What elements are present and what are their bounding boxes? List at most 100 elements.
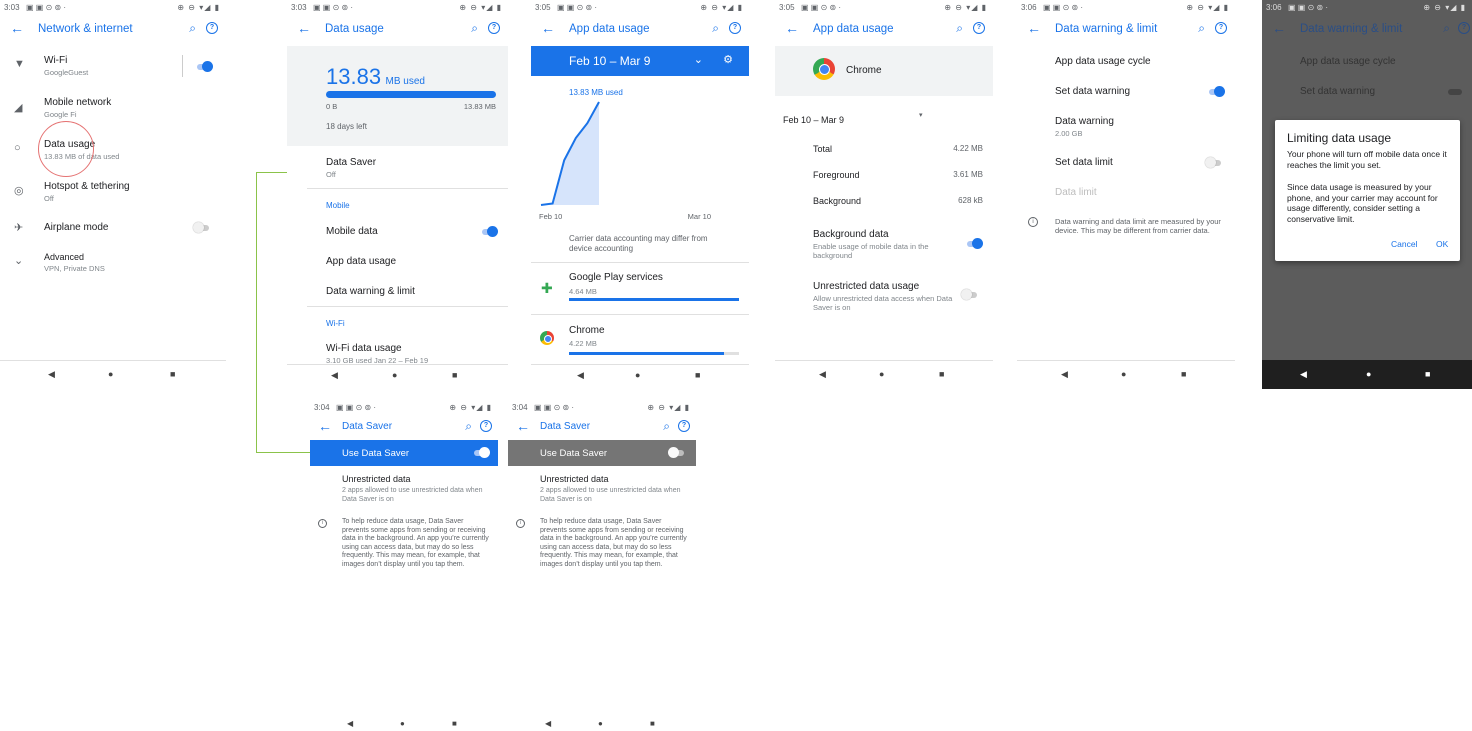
list-item-hotspot[interactable]: ◎ Hotspot & tethering Off xyxy=(0,181,226,205)
search-icon[interactable]: ⌕ xyxy=(956,21,963,36)
help-icon[interactable]: ? xyxy=(488,22,500,34)
item-sub: Allow unrestricted data access when Data… xyxy=(813,294,953,312)
use-data-saver-band[interactable]: Use Data Saver xyxy=(310,440,498,466)
help-icon[interactable]: ? xyxy=(1458,22,1470,34)
back-arrow-icon[interactable]: ← xyxy=(10,20,24,36)
chevron-down-icon[interactable]: ⌄ xyxy=(694,53,703,66)
nav-recents-icon[interactable]: ■ xyxy=(1425,369,1430,379)
list-item-advanced[interactable]: ⌄ Advanced VPN, Private DNS xyxy=(0,252,226,276)
cancel-button[interactable]: Cancel xyxy=(1391,239,1417,249)
set-limit-toggle[interactable] xyxy=(1205,157,1221,168)
search-icon[interactable]: ⌕ xyxy=(1198,21,1205,36)
set-warning-item[interactable]: Set data warning xyxy=(1017,86,1235,100)
mobile-data-item[interactable]: Mobile data xyxy=(326,226,508,240)
nav-recents-icon[interactable]: ■ xyxy=(170,369,175,379)
set-warning-toggle[interactable] xyxy=(1209,86,1225,97)
nav-home-icon[interactable]: ● xyxy=(392,370,397,380)
nav-home-icon[interactable]: ● xyxy=(635,370,640,380)
status-time: 3:04 xyxy=(314,403,330,412)
set-limit-item[interactable]: Set data limit xyxy=(1017,157,1235,171)
back-arrow-icon[interactable]: ← xyxy=(785,20,799,36)
list-item-data-usage[interactable]: ○ Data usage 13.83 MB of data used xyxy=(0,121,226,177)
search-icon[interactable]: ⌕ xyxy=(189,21,196,36)
background-data-item[interactable]: Background data Enable usage of mobile da… xyxy=(775,229,993,263)
usage-cycle-item[interactable]: App data usage cycle xyxy=(1055,56,1235,67)
help-icon[interactable]: ? xyxy=(206,22,218,34)
app-row-chrome[interactable]: Chrome 4.22 MB xyxy=(531,322,749,362)
back-arrow-icon[interactable]: ← xyxy=(1272,20,1286,36)
nav-back-icon[interactable]: ◀ xyxy=(545,719,551,728)
app-bar-track xyxy=(569,298,739,301)
nav-home-icon[interactable]: ● xyxy=(598,719,603,728)
system-icons: ⊕ ⊖ ▾◢ ▮ xyxy=(1423,3,1466,12)
nav-back-icon[interactable]: ◀ xyxy=(1061,369,1068,380)
unrestricted-data-toggle[interactable] xyxy=(961,289,977,300)
status-time: 3:03 xyxy=(291,3,307,12)
data-warning-item[interactable]: Data warning 2.00 GB xyxy=(1055,116,1235,138)
nav-home-icon[interactable]: ● xyxy=(400,719,405,728)
notification-icons: ▣ ▣ ⊙ ⊚ · xyxy=(313,3,354,12)
nav-back-icon[interactable]: ◀ xyxy=(347,719,353,728)
list-item-airplane-mode[interactable]: ✈ Airplane mode xyxy=(0,221,226,241)
x-start-label: Feb 10 xyxy=(539,212,563,221)
nav-home-icon[interactable]: ● xyxy=(1121,369,1126,379)
nav-back-icon[interactable]: ◀ xyxy=(1300,369,1307,380)
gear-icon[interactable]: ⚙ xyxy=(723,53,733,66)
app-data-usage-item[interactable]: App data usage xyxy=(326,256,508,267)
background-data-toggle[interactable] xyxy=(967,238,983,249)
data-saver-switch[interactable] xyxy=(668,447,684,458)
nav-recents-icon[interactable]: ■ xyxy=(939,369,944,379)
date-range-band[interactable]: Feb 10 – Mar 9 ⌄ ⚙ xyxy=(531,46,749,76)
data-saver-switch[interactable] xyxy=(474,447,490,458)
unrestricted-data-item[interactable]: Unrestricted data usage Allow unrestricte… xyxy=(775,281,993,315)
nav-recents-icon[interactable]: ■ xyxy=(452,719,457,728)
back-arrow-icon[interactable]: ← xyxy=(318,418,332,434)
toolbar: ← Data Saver ⌕ ? xyxy=(310,414,498,442)
search-icon[interactable]: ⌕ xyxy=(663,419,670,434)
help-icon[interactable]: ? xyxy=(678,420,690,432)
nav-home-icon[interactable]: ● xyxy=(1366,369,1371,379)
wifi-data-usage-item[interactable]: Wi-Fi data usage 3.10 GB used Jan 22 – Fe… xyxy=(326,343,508,365)
item-label: Set data warning xyxy=(1055,86,1131,97)
nav-back-icon[interactable]: ◀ xyxy=(577,370,584,381)
ok-button[interactable]: OK xyxy=(1436,239,1448,249)
search-icon[interactable]: ⌕ xyxy=(1443,21,1450,36)
set-warning-toggle xyxy=(1448,89,1462,95)
search-icon[interactable]: ⌕ xyxy=(465,419,472,434)
nav-bar: ◀ ● ■ xyxy=(1262,360,1472,389)
nav-recents-icon[interactable]: ■ xyxy=(695,370,700,380)
help-icon[interactable]: ? xyxy=(973,22,985,34)
back-arrow-icon[interactable]: ← xyxy=(297,20,311,36)
data-saver-item[interactable]: Data Saver Off xyxy=(326,157,508,179)
unrestricted-data-item[interactable]: Unrestricted data 2 apps allowed to use u… xyxy=(540,474,690,504)
nav-back-icon[interactable]: ◀ xyxy=(48,369,55,380)
cycle-dropdown[interactable]: Feb 10 – Mar 9 ▾ xyxy=(783,110,923,128)
use-data-saver-band[interactable]: Use Data Saver xyxy=(508,440,696,466)
search-icon[interactable]: ⌕ xyxy=(712,21,719,36)
app-row-google-play[interactable]: ✚ Google Play services 4.64 MB xyxy=(531,270,749,310)
data-limit-item: Data limit xyxy=(1055,187,1097,198)
airplane-toggle[interactable] xyxy=(193,222,209,233)
nav-back-icon[interactable]: ◀ xyxy=(819,369,826,380)
back-arrow-icon[interactable]: ← xyxy=(541,20,555,36)
back-arrow-icon[interactable]: ← xyxy=(516,418,530,434)
nav-recents-icon[interactable]: ■ xyxy=(452,370,457,380)
wifi-toggle[interactable] xyxy=(197,61,213,72)
notification-icons: ▣ ▣ ⊙ ⊚ · xyxy=(801,3,842,12)
list-item-wifi[interactable]: ▼ Wi-Fi GoogleGuest xyxy=(0,55,226,79)
back-arrow-icon[interactable]: ← xyxy=(1027,20,1041,36)
nav-home-icon[interactable]: ● xyxy=(879,369,884,379)
list-item-mobile-network[interactable]: ◢ Mobile network Google Fi xyxy=(0,97,226,121)
search-icon[interactable]: ⌕ xyxy=(471,21,478,36)
help-icon[interactable]: ? xyxy=(480,420,492,432)
nav-recents-icon[interactable]: ■ xyxy=(650,719,655,728)
mobile-data-toggle[interactable] xyxy=(482,226,498,237)
nav-recents-icon[interactable]: ■ xyxy=(1181,369,1186,379)
help-icon[interactable]: ? xyxy=(1215,22,1227,34)
nav-home-icon[interactable]: ● xyxy=(108,369,113,379)
nav-back-icon[interactable]: ◀ xyxy=(331,370,338,381)
unrestricted-data-item[interactable]: Unrestricted data 2 apps allowed to use u… xyxy=(342,474,492,504)
data-warning-limit-item[interactable]: Data warning & limit xyxy=(326,286,508,297)
help-icon[interactable]: ? xyxy=(729,22,741,34)
usage-summary-card: 13.83 MB used 0 B 13.83 MB 18 days left xyxy=(287,46,508,146)
